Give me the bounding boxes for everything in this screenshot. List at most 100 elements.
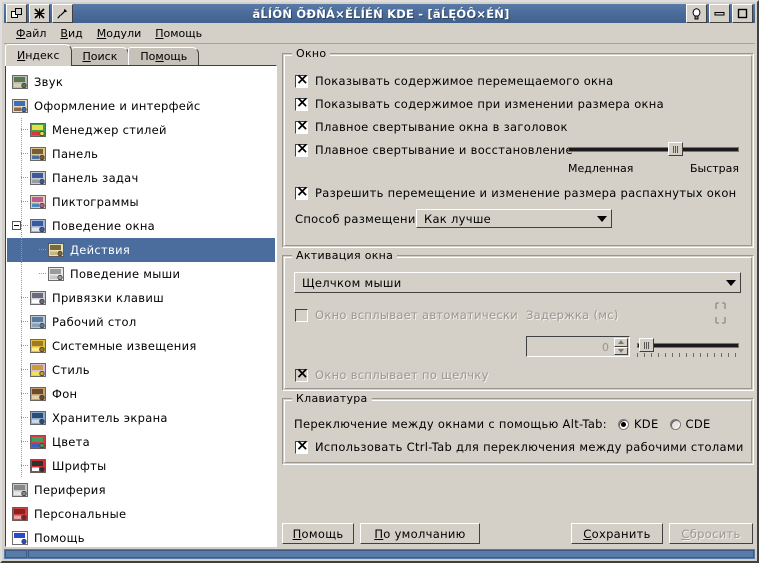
tree-item-style-manager[interactable]: Менеджер стилей [7, 118, 275, 142]
tree-item-window-behavior[interactable]: Поведение окна [7, 214, 275, 238]
pin-button[interactable] [52, 4, 73, 23]
tree-item-help[interactable]: Помощь [7, 526, 275, 545]
menu-help[interactable]: Помощь [148, 25, 209, 42]
maximize-button[interactable] [732, 4, 753, 23]
tree-item-look-and-feel[interactable]: Оформление и интерфейс [7, 94, 275, 118]
tree-item-mouse-behavior[interactable]: Поведение мыши [7, 262, 275, 286]
tree-item-panel[interactable]: Панель [7, 142, 275, 166]
menu-modules[interactable]: Модули [90, 25, 149, 42]
status-bar-section-left [5, 550, 27, 558]
panel-icon [29, 145, 47, 163]
minimize-button[interactable] [709, 4, 730, 23]
tab-index[interactable]: Индекс [5, 44, 72, 66]
tree-item-colors[interactable]: Цвета [7, 430, 275, 454]
tree-item-label: Помощь [34, 531, 85, 545]
save-button[interactable]: Сохранить [571, 523, 663, 544]
tree-item-desktop[interactable]: Рабочий стол [7, 310, 275, 334]
tab-search[interactable]: Поиск [70, 47, 130, 66]
checkbox-show-moving-content[interactable] [295, 72, 308, 88]
tree-guide-line [21, 142, 22, 166]
reset-button[interactable]: Сбросить [669, 523, 753, 544]
tree-item-actions[interactable]: Действия [7, 238, 275, 262]
tree-guide-line [21, 358, 22, 382]
menu-file[interactable]: Файл [9, 25, 53, 42]
animation-speed-slider[interactable] [568, 142, 739, 156]
animation-speed-handle[interactable] [668, 142, 683, 156]
tab-search-accel: П [82, 50, 91, 63]
placement-combobox[interactable]: Как лучше [416, 209, 612, 228]
tree-item-background[interactable]: Фон [7, 382, 275, 406]
delay-spin-down-button[interactable] [614, 346, 628, 355]
tree-item-label: Менеджер стилей [52, 123, 167, 137]
tree-collapse-toggle[interactable] [12, 221, 21, 230]
radio-kde-wrap[interactable]: KDE [617, 417, 659, 431]
checkbox-click-raise[interactable] [295, 366, 308, 382]
row-click-raise[interactable]: Окно всплывает по щелчку [295, 366, 489, 382]
delay-slider-handle[interactable] [639, 338, 654, 352]
personal-icon [11, 505, 29, 523]
contexthelp-button[interactable] [686, 4, 707, 23]
checkbox-smooth-minimize[interactable] [295, 141, 308, 157]
save-button-post: охранить [591, 526, 651, 541]
radio-cde-wrap[interactable]: CDE [669, 417, 711, 431]
placement-combobox-arrow[interactable] [594, 212, 609, 225]
look-and-feel-icon [12, 99, 28, 113]
tab-help[interactable]: Помощь [128, 47, 200, 66]
pin-icon [57, 8, 68, 19]
module-tree[interactable]: Звук Оформление и интерфейс Менеджер стиле… [5, 65, 277, 547]
focus-policy-combobox[interactable]: Щелчком мыши [294, 272, 741, 293]
row-smooth-shade[interactable]: Плавное свертывание окна в заголовок [295, 118, 568, 134]
sticky-button[interactable] [29, 4, 50, 23]
sound-icon [11, 73, 29, 91]
tree-item-sound[interactable]: Звук [7, 70, 275, 94]
panel-icon [30, 147, 46, 161]
help-icon [12, 531, 28, 545]
tree-item-style[interactable]: Стиль [7, 358, 275, 382]
tree-guide-line [21, 310, 22, 334]
tree-guide-stub [21, 369, 28, 370]
tree-item-key-bindings[interactable]: Привязки клавиш [7, 286, 275, 310]
tree-item-screensaver[interactable]: Хранитель экрана [7, 406, 275, 430]
row-auto-raise[interactable]: Окно всплывает автоматически [295, 308, 518, 322]
tree-guide-stub [21, 417, 28, 418]
delay-spin-up-button[interactable] [614, 338, 628, 347]
row-allow-move-maximized[interactable]: Разрешить перемещение и изменение размер… [295, 184, 737, 200]
focus-policy-arrow[interactable] [723, 275, 738, 290]
tree-guide-stub [21, 201, 28, 202]
menu-view[interactable]: Вид [53, 25, 89, 42]
tree-item-personal[interactable]: Персональные [7, 502, 275, 526]
checkbox-allow-move-maximized[interactable] [295, 184, 308, 200]
dialog-button-bar: Помощь По умолчанию Сохранить Сбросить [282, 520, 753, 547]
system-notifications-icon [29, 337, 47, 355]
delay-spinbox[interactable]: 0 [526, 336, 630, 357]
window-group-legend: Окно [292, 47, 331, 60]
tree-guide-line [21, 190, 22, 214]
row-smooth-minimize[interactable]: Плавное свертывание и восстановление [295, 141, 573, 157]
tree-item-fonts[interactable]: Шрифты [7, 454, 275, 478]
screensaver-icon [30, 411, 46, 425]
tree-item-peripherals[interactable]: Периферия [7, 478, 275, 502]
label-cde: CDE [685, 417, 711, 431]
activation-group: Активация окна Щелчком мыши Окно всплыва… [282, 249, 754, 391]
checkbox-auto-raise[interactable] [295, 308, 308, 322]
background-icon [29, 385, 47, 403]
window-menu-button[interactable] [6, 4, 27, 23]
defaults-button-post: о умолчанию [383, 526, 466, 541]
tree-item-taskbar[interactable]: Панель задач [7, 166, 275, 190]
radio-cde[interactable] [669, 418, 681, 430]
checkbox-smooth-shade[interactable] [295, 118, 308, 134]
row-move-contents[interactable]: Показывать содержимое перемещаемого окна [295, 72, 613, 88]
checkbox-ctrl-tab[interactable] [295, 438, 308, 454]
delay-spinbox-value: 0 [602, 341, 609, 354]
row-resize-contents[interactable]: Показывать содержимое при изменении разм… [295, 95, 664, 111]
row-ctrl-tab[interactable]: Использовать Ctrl-Tab для переключения м… [295, 438, 744, 454]
tree-item-icons[interactable]: Пиктограммы [7, 190, 275, 214]
radio-kde[interactable] [617, 418, 629, 430]
label-allow-move-maximized: Разрешить перемещение и изменение размер… [315, 186, 737, 200]
tree-item-system-notifications[interactable]: Системные извещения [7, 334, 275, 358]
tree-guide-stub [21, 153, 28, 154]
checkbox-show-resizing-content[interactable] [295, 95, 308, 111]
defaults-button[interactable]: По умолчанию [360, 523, 480, 544]
help-button[interactable]: Помощь [282, 523, 354, 544]
delay-slider[interactable] [637, 338, 739, 357]
